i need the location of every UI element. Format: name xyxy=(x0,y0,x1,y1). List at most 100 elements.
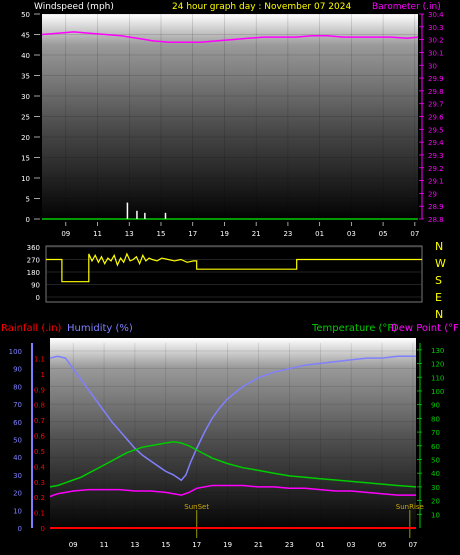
temperature-tick: 20 xyxy=(431,498,440,506)
time-tick-top: 03 xyxy=(347,230,356,238)
time-axis-bottom: 09 11 13 15 17 19 21 23 01 03 05 07 xyxy=(69,541,418,549)
barometer-tick: 29.9 xyxy=(428,75,444,83)
humidity-tick: 20 xyxy=(13,490,22,498)
time-tick-top: 07 xyxy=(410,230,419,238)
barometer-tick: 30.1 xyxy=(428,49,444,57)
rainfall-tick: 1 xyxy=(41,371,45,379)
time-tick-top: 23 xyxy=(283,230,292,238)
compass-label: E xyxy=(435,291,442,304)
humidity-tick: 60 xyxy=(13,419,22,427)
barometer-tick: 30 xyxy=(428,62,437,70)
humidity-tick: 90 xyxy=(13,366,22,374)
barometer-tick: 29.2 xyxy=(428,165,444,173)
rainfall-tick: 0.1 xyxy=(34,510,45,518)
rainfall-axis-title: Rainfall (.in) xyxy=(1,323,62,334)
windspeed-tick: 5 xyxy=(26,196,30,204)
barometer-tick: 29.8 xyxy=(428,88,444,96)
barometer-tick: 29.1 xyxy=(428,178,444,186)
temperature-tick: 30 xyxy=(431,484,440,492)
barometer-tick: 28.8 xyxy=(428,216,444,224)
humidity-tick: 50 xyxy=(13,437,22,445)
windspeed-bar xyxy=(126,202,129,219)
windspeed-bar xyxy=(144,212,146,219)
humidity-tick: 10 xyxy=(13,507,22,515)
windspeed-bar xyxy=(164,212,167,219)
humidity-axis-title: Humidity (%) xyxy=(67,323,133,334)
time-tick-bottom: 01 xyxy=(316,541,325,549)
humidity-tick: 80 xyxy=(13,383,22,391)
wind-direction-axis: 0 90 180 270 360 xyxy=(27,244,40,302)
temperature-tick: 80 xyxy=(431,415,440,423)
temperature-tick: 70 xyxy=(431,429,440,437)
windspeed-tick: 0 xyxy=(26,216,30,224)
time-axis-top: 09 11 13 15 17 19 21 23 01 03 05 07 xyxy=(61,222,419,238)
rainfall-tick: 0 xyxy=(41,525,45,533)
humidity-tick: 70 xyxy=(13,401,22,409)
humidity-tick: 40 xyxy=(13,454,22,462)
barometer-tick: 29.4 xyxy=(428,139,444,147)
windspeed-tick: 20 xyxy=(21,134,30,142)
humidity-tick: 100 xyxy=(9,348,22,356)
compass-label: S xyxy=(435,274,442,287)
temp-humidity-panel-bg xyxy=(50,338,416,534)
wind-direction-tick: 180 xyxy=(27,269,40,277)
windspeed-tick: 45 xyxy=(21,32,30,40)
temperature-tick: 120 xyxy=(431,361,444,369)
time-tick-bottom: 11 xyxy=(100,541,109,549)
time-tick-bottom: 09 xyxy=(69,541,78,549)
wind-direction-tick: 0 xyxy=(36,294,40,302)
barometer-tick: 30.2 xyxy=(428,37,444,45)
time-tick-top: 01 xyxy=(315,230,324,238)
barometer-tick: 29.6 xyxy=(428,114,444,122)
rainfall-tick: 0.4 xyxy=(34,463,46,471)
compass-label: N xyxy=(435,240,443,253)
humidity-tick: 30 xyxy=(13,472,22,480)
time-tick-top: 15 xyxy=(157,230,166,238)
time-tick-bottom: 13 xyxy=(130,541,139,549)
temperature-tick: 110 xyxy=(431,374,444,382)
time-tick-bottom: 05 xyxy=(378,541,387,549)
wind-direction-tick: 270 xyxy=(27,257,40,265)
barometer-tick: 28.9 xyxy=(428,203,444,211)
time-tick-top: 21 xyxy=(252,230,261,238)
rainfall-tick: 0.9 xyxy=(34,386,45,394)
sun-marker-label: SunRise xyxy=(396,503,424,511)
time-tick-top: 13 xyxy=(125,230,134,238)
temperature-tick: 130 xyxy=(431,347,444,355)
windspeed-tick: 35 xyxy=(21,73,30,81)
time-tick-bottom: 21 xyxy=(254,541,263,549)
windspeed-axis-title: Windspeed (mph) xyxy=(34,2,114,12)
time-tick-bottom: 19 xyxy=(223,541,232,549)
rainfall-tick: 0.3 xyxy=(34,479,45,487)
rainfall-tick: 0.7 xyxy=(34,417,45,425)
wind-direction-tick: 90 xyxy=(31,282,40,290)
compass-label: N xyxy=(435,308,443,321)
time-tick-top: 09 xyxy=(61,230,70,238)
graph-title: 24 hour graph day : November 07 2024 xyxy=(172,2,351,12)
rainfall-tick: 0.5 xyxy=(34,448,45,456)
barometer-tick: 29 xyxy=(428,190,437,198)
wind-direction-panel-bg xyxy=(45,245,423,303)
barometer-tick: 29.5 xyxy=(428,126,444,134)
temperature-tick: 90 xyxy=(431,402,440,410)
temperature-tick: 40 xyxy=(431,470,440,478)
rainfall-tick: 0.6 xyxy=(34,433,46,441)
weather-graph: Windspeed (mph) 24 hour graph day : Nove… xyxy=(1,2,460,549)
windspeed-tick: 30 xyxy=(21,93,30,101)
wind-direction-tick: 360 xyxy=(27,244,40,252)
wind-baro-panel-bg xyxy=(42,14,418,222)
temperature-tick: 60 xyxy=(431,443,440,451)
time-tick-bottom: 03 xyxy=(347,541,356,549)
windspeed-tick: 25 xyxy=(21,114,30,122)
temperature-tick: 10 xyxy=(431,511,440,519)
temperature-axis-title: Temperature (°F) xyxy=(311,323,397,334)
time-tick-top: 19 xyxy=(220,230,229,238)
barometer-tick: 29.3 xyxy=(428,152,444,160)
temperature-axis: 10 20 30 40 50 60 70 80 90 100 110 120 130 xyxy=(417,343,444,528)
windspeed-tick: 10 xyxy=(21,175,30,183)
temperature-tick: 100 xyxy=(431,388,444,396)
time-tick-bottom: 15 xyxy=(161,541,170,549)
rainfall-tick: 1.1 xyxy=(34,355,45,363)
humidity-axis: 0 10 20 30 40 50 60 70 80 90 100 xyxy=(9,343,33,533)
temperature-tick: 50 xyxy=(431,456,440,464)
